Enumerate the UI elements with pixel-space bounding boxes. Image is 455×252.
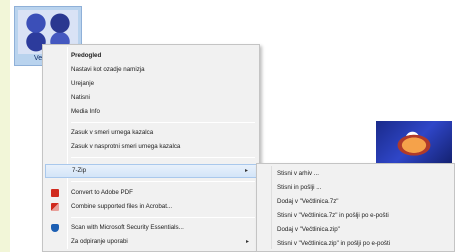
menu-item-label: Stisni v arhiv ...: [277, 170, 319, 177]
menu-item-label: Urejanje: [71, 80, 95, 87]
menu-item-media-info[interactable]: Media Info: [45, 105, 257, 119]
menu-item-label: 7-Zip: [72, 167, 87, 174]
menu-item-label: Dodaj v "Večtlinica.7z": [277, 198, 339, 205]
menu-item-label: Stisni in pošlji ...: [277, 184, 322, 191]
menu-item-label: Stisni v "Večtlinica.7z" in pošlji po e-…: [277, 212, 389, 219]
menu-item-7zip[interactable]: 7-Zip ▸: [45, 164, 257, 178]
7zip-submenu: Stisni v arhiv ... Stisni in pošlji ... …: [256, 163, 455, 252]
submenu-item-compress-and-send[interactable]: Stisni in pošlji ...: [259, 181, 452, 195]
menu-item-label: Convert to Adobe PDF: [71, 189, 133, 196]
menu-item-convert-to-pdf[interactable]: Convert to Adobe PDF: [45, 186, 257, 200]
menu-item-label: Predogled: [71, 52, 102, 59]
menu-item-rotate-counterclockwise[interactable]: Zasuk v nasprotni smeri urnega kazalca: [45, 140, 257, 154]
submenu-arrow-icon: ▸: [245, 239, 249, 245]
menu-item-print[interactable]: Natisni: [45, 91, 257, 105]
menu-item-edit[interactable]: Urejanje: [45, 77, 257, 91]
menu-item-label: Zasuk v smeri urnega kazalca: [71, 129, 154, 136]
menu-item-label: Dodaj v "Večtlinica.zip": [277, 226, 340, 233]
menu-item-label: Scan with Microsoft Security Essentials.…: [71, 224, 184, 231]
menu-separator: [71, 157, 255, 158]
menu-item-label: Zasuk v nasprotni smeri urnega kazalca: [71, 143, 181, 150]
menu-item-rotate-clockwise[interactable]: Zasuk v smeri urnega kazalca: [45, 126, 257, 140]
menu-item-label: Nastavi kot ozadje namizja: [71, 66, 145, 73]
menu-item-label: Natisni: [71, 94, 90, 101]
pdf-icon: [51, 189, 59, 197]
menu-item-label: Stisni v "Večtlinica.zip" in pošlji po e…: [277, 240, 391, 247]
submenu-item-compress-to-archive[interactable]: Stisni v arhiv ...: [259, 167, 452, 181]
context-menu: Predogled Nastavi kot ozadje namizja Ure…: [42, 44, 260, 252]
acrobat-combine-icon: [51, 203, 59, 211]
menu-item-label: Combine supported files in Acrobat...: [71, 203, 173, 210]
menu-item-scan-security-essentials[interactable]: Scan with Microsoft Security Essentials.…: [45, 221, 257, 235]
menu-separator: [71, 122, 255, 123]
menu-item-label: Za odpiranje uporabi: [71, 238, 128, 245]
menu-item-label: Media Info: [71, 108, 100, 115]
submenu-arrow-icon: ▸: [244, 168, 248, 174]
image-thumbnail-icon[interactable]: [376, 121, 452, 165]
menu-separator: [71, 217, 255, 218]
submenu-item-add-to-7z[interactable]: Dodaj v "Večtlinica.7z": [259, 195, 452, 209]
submenu-item-compress-zip-and-email[interactable]: Stisni v "Večtlinica.zip" in pošlji po e…: [259, 237, 452, 251]
menu-item-set-desktop-background[interactable]: Nastavi kot ozadje namizja: [45, 63, 257, 77]
security-shield-icon: [51, 224, 59, 232]
menu-item-open-with[interactable]: Za odpiranje uporabi ▸: [45, 235, 257, 249]
submenu-item-add-to-zip[interactable]: Dodaj v "Večtlinica.zip": [259, 223, 452, 237]
menu-item-preview[interactable]: Predogled: [45, 49, 257, 63]
menu-separator: [71, 181, 255, 182]
submenu-item-compress-7z-and-email[interactable]: Stisni v "Večtlinica.7z" in pošlji po e-…: [259, 209, 452, 223]
menu-item-combine-in-acrobat[interactable]: Combine supported files in Acrobat...: [45, 200, 257, 214]
